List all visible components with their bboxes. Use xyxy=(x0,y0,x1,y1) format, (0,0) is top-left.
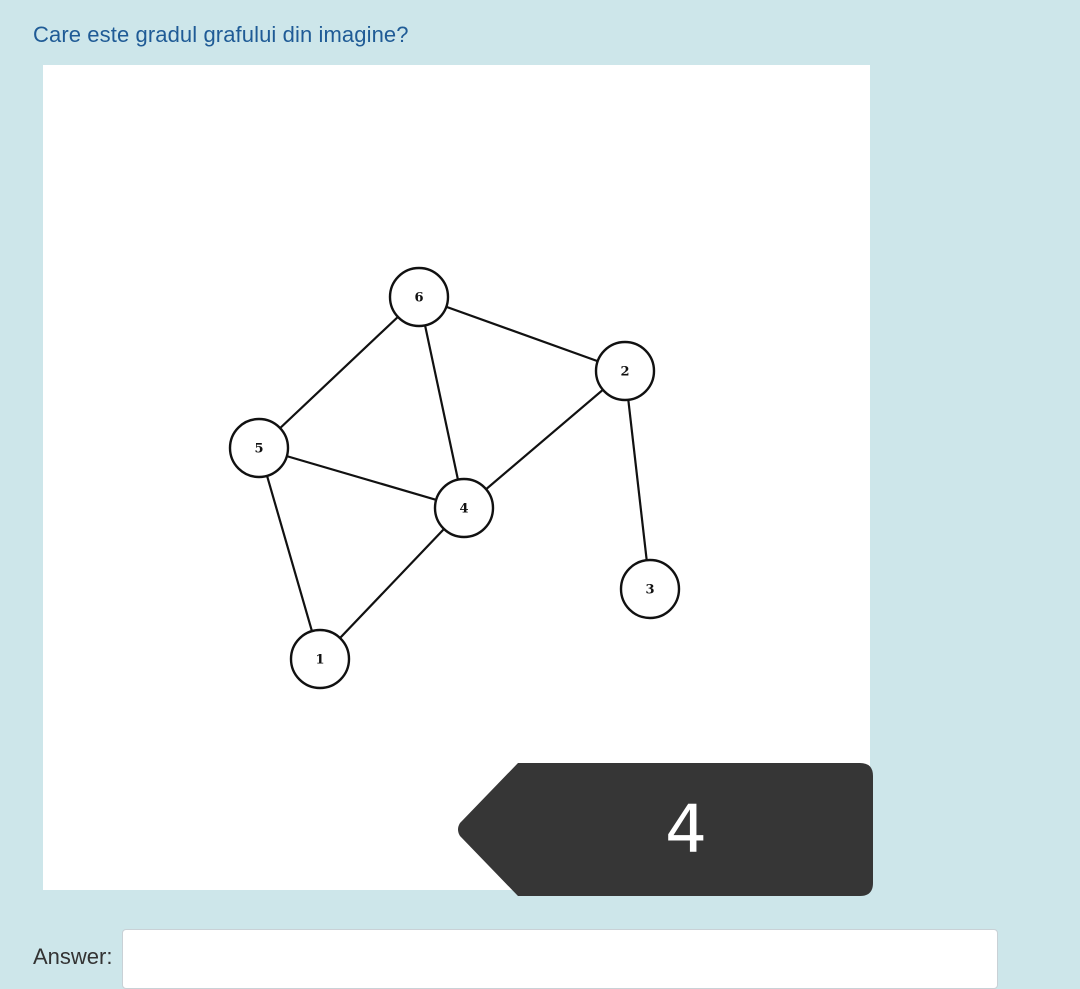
question-text: Care este gradul grafului din imagine? xyxy=(33,22,409,47)
graph-node-label: 3 xyxy=(645,583,654,598)
graph-node-1: 1 xyxy=(289,628,351,690)
answer-badge-value: 4 xyxy=(665,791,707,868)
graph-node-6: 6 xyxy=(388,266,450,328)
graph-edge-6-2 xyxy=(418,295,626,373)
graph-edge-6-5 xyxy=(258,296,420,449)
graph-node-3: 3 xyxy=(619,558,681,620)
edges-layer xyxy=(257,295,652,660)
graph-node-label: 4 xyxy=(459,502,468,517)
graph-node-5: 5 xyxy=(228,417,290,479)
graph-edge-4-1 xyxy=(319,507,465,660)
answer-input[interactable] xyxy=(122,929,998,989)
graph-node-2: 2 xyxy=(594,340,656,402)
graph-node-label: 1 xyxy=(315,653,324,668)
answer-badge: 4 xyxy=(456,762,874,897)
graph-edge-4-2 xyxy=(463,370,626,509)
graph-edge-6-4 xyxy=(417,296,466,509)
graph-node-label: 5 xyxy=(254,442,263,457)
graph-edge-5-1 xyxy=(257,447,322,660)
nodes-layer: 6 2 5 4 3 1 xyxy=(228,266,681,690)
graph-edge-2-3 xyxy=(623,370,652,590)
graph-node-label: 2 xyxy=(620,365,629,380)
graph-node-label: 6 xyxy=(414,291,423,306)
graph-node-4: 4 xyxy=(433,477,495,539)
answer-label: Answer: xyxy=(33,944,113,969)
graph-edge-5-4 xyxy=(258,446,465,510)
